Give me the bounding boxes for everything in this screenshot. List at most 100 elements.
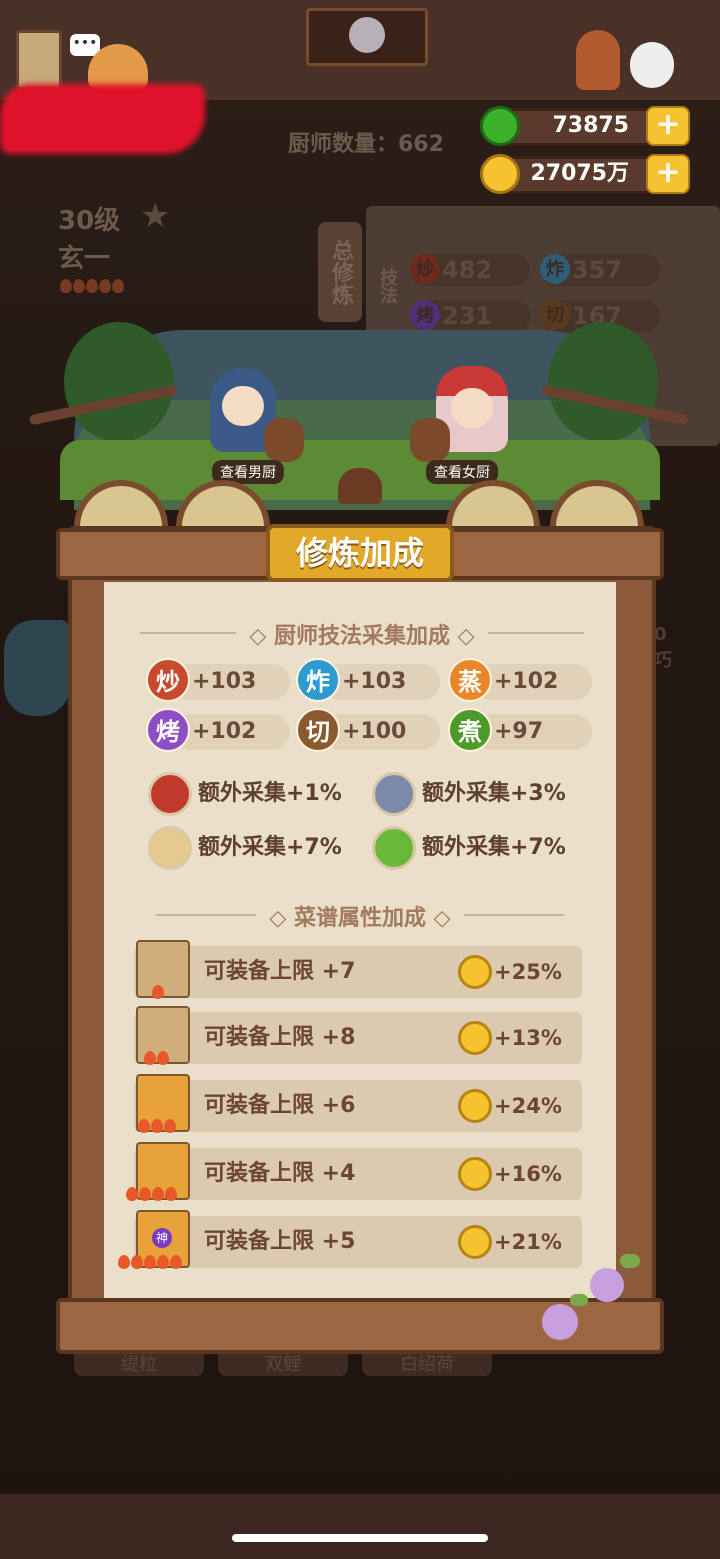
flames	[118, 1254, 183, 1273]
coin-amount: 27075万	[530, 161, 629, 186]
coin-icon	[458, 1157, 492, 1191]
extra-collect: 额外采集+7%	[148, 826, 358, 870]
coin-icon	[458, 1021, 492, 1055]
recipe-bonus-row: 可装备上限 +4 +16%	[126, 1142, 582, 1201]
skill-bonus: 煮 +97	[448, 708, 592, 752]
recipe-bonus-label: 可装备上限 +5	[204, 1229, 356, 1254]
add-jade-button[interactable]: +	[646, 106, 690, 146]
bg-right-text: 巧	[654, 650, 672, 671]
cut-icon: 切	[296, 708, 340, 752]
boil-icon: 煮	[448, 708, 492, 752]
recipe-bonus-label: 可装备上限 +7	[204, 959, 356, 984]
home-indicator[interactable]	[232, 1534, 488, 1542]
jade-amount: 73875	[552, 113, 629, 138]
recipe-bonus-label: 可装备上限 +4	[204, 1161, 356, 1186]
skill-bonus-value: +102	[192, 719, 257, 744]
extra-collect-text: 额外采集+1%	[198, 781, 342, 806]
skill-bonus-value: +102	[494, 669, 559, 694]
bg-skill-chip: 炒 482	[410, 254, 530, 286]
flames	[144, 1050, 170, 1069]
skill-bonus: 烤 +102	[146, 708, 290, 752]
coin-icon	[458, 1089, 492, 1123]
scroll-icon[interactable]	[16, 30, 62, 90]
flower-vine-icon	[520, 1248, 680, 1368]
bg-skill-value: 231	[442, 302, 493, 330]
extra-collect-text: 额外采集+7%	[198, 835, 342, 860]
flour-icon	[148, 826, 192, 870]
rank-flames	[60, 278, 125, 297]
flames	[152, 984, 165, 1003]
divider	[156, 914, 256, 916]
star-icon: ★	[140, 196, 171, 236]
extra-collect: 额外采集+1%	[148, 772, 358, 816]
extra-collect-text: 额外采集+7%	[422, 835, 566, 860]
training-tab-label: 总修炼	[328, 239, 353, 305]
bg-skill-value: 357	[572, 256, 623, 284]
shopkeeper-icon	[576, 30, 620, 90]
center-ornament-icon	[338, 468, 382, 504]
recipe-bonus-row: 可装备上限 +6 +24%	[134, 1074, 582, 1133]
recipe-bonus-label: 可装备上限 +8	[204, 1025, 356, 1050]
recipe-bonus-label: 可装备上限 +6	[204, 1093, 356, 1118]
recipe-bonus-pct: +16%	[494, 1162, 562, 1186]
vegetable-icon	[372, 826, 416, 870]
coin-icon	[480, 154, 520, 194]
chef-count: 厨师数量：662	[288, 132, 444, 157]
divider	[140, 632, 236, 634]
deep-fry-icon: 炸	[540, 254, 570, 284]
roast-icon: 烤	[146, 708, 190, 752]
coin-icon	[458, 1225, 492, 1259]
divider	[488, 632, 584, 634]
add-coin-button[interactable]: +	[646, 154, 690, 194]
bg-bottom-tab-label: 缇粒	[121, 1354, 157, 1375]
left-tree-icon	[64, 322, 174, 442]
recipe-bonus-pct: +13%	[494, 1026, 562, 1050]
redacted-name	[0, 84, 205, 154]
steam-icon: 蒸	[448, 658, 492, 702]
bg-skill-chip: 炸 357	[540, 254, 660, 286]
flames	[138, 1118, 177, 1137]
bg-bottom-tab-label: 白绍荷	[400, 1354, 454, 1375]
cut-icon: 切	[540, 300, 570, 330]
recipe-bonus-pct: +25%	[494, 960, 562, 984]
chef-name: 玄一	[58, 244, 111, 274]
divine-badge-label: 神	[155, 1231, 168, 1245]
horse-toy-icon	[410, 418, 450, 462]
portrait-frame-icon	[306, 8, 428, 66]
skill-bonus-value: +100	[342, 719, 407, 744]
white-cat-icon	[630, 42, 674, 88]
horse-toy-icon	[264, 418, 304, 462]
bg-bottom-tab-label: 双鲤	[265, 1354, 301, 1375]
extra-collect-text: 额外采集+3%	[422, 781, 566, 806]
extra-collect: 额外采集+7%	[372, 826, 582, 870]
section-skill-label: 厨师技法采集加成	[273, 624, 450, 649]
stir-fry-icon: 炒	[410, 254, 440, 284]
skill-bonus: 炒 +103	[146, 658, 290, 702]
skill-bonus: 蒸 +102	[448, 658, 592, 702]
skill-bonus-value: +97	[494, 719, 544, 744]
divider	[464, 914, 564, 916]
bottom-bar	[0, 1494, 720, 1559]
skill-bonus: 切 +100	[296, 708, 440, 752]
bg-skill-value: 482	[442, 256, 493, 284]
bg-tab-skill: 技法	[377, 268, 398, 304]
recipe-bonus-row: 神 可装备上限 +5 +21%	[118, 1210, 582, 1269]
right-tree-icon	[548, 322, 658, 442]
extra-collect: 额外采集+3%	[372, 772, 582, 816]
skill-bonus-value: +103	[342, 669, 407, 694]
recipe-bonus-row: 可装备上限 +7 +25%	[134, 940, 582, 999]
recipe-bonus-row: 可装备上限 +8 +13%	[134, 1006, 582, 1065]
flames	[126, 1186, 178, 1205]
skill-bonus: 炸 +103	[296, 658, 440, 702]
meat-icon	[148, 772, 192, 816]
roast-icon: 烤	[410, 300, 440, 330]
recipe-bonus-pct: +24%	[494, 1094, 562, 1118]
coin-icon	[458, 955, 492, 989]
training-tab[interactable]: 总修炼	[318, 222, 362, 322]
fish-icon	[372, 772, 416, 816]
fish-mascot-icon	[4, 620, 70, 716]
bg-skill-chip: 烤 231	[410, 300, 530, 332]
section-recipe-label: 菜谱属性加成	[293, 906, 426, 931]
chef-level: 30级	[58, 206, 121, 236]
divine-badge: 神	[152, 1228, 172, 1248]
